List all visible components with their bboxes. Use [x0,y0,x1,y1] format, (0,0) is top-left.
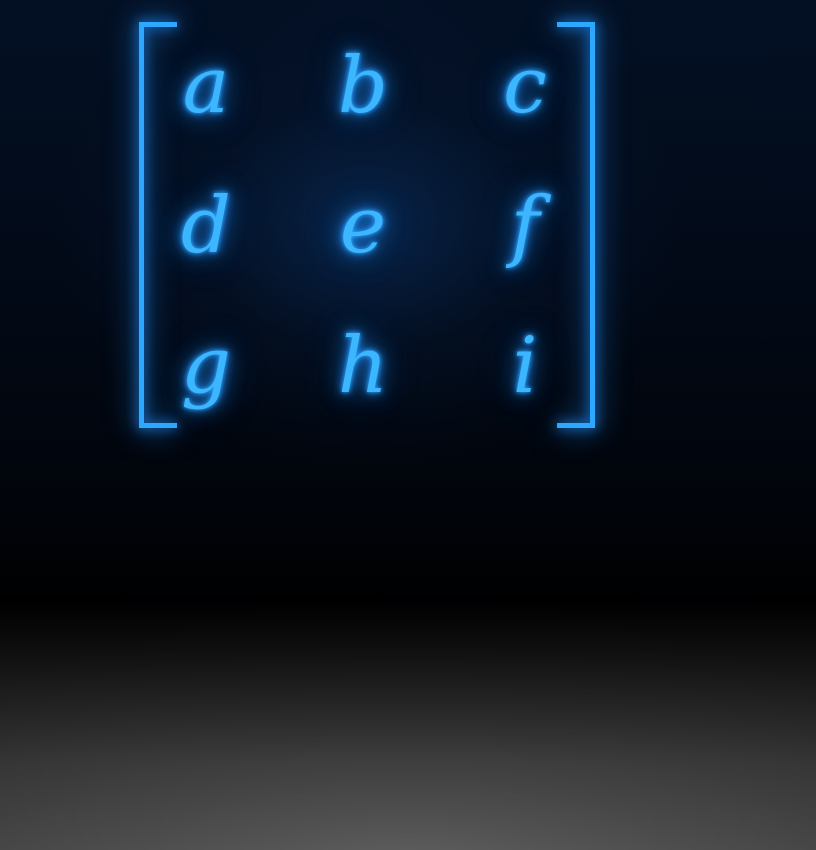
matrix-cell-f: f [510,181,540,271]
matrix-cell-i: i [512,321,538,411]
matrix-cell-a: a [182,41,230,131]
matrix-cell-e: e [339,181,387,271]
matrix-cell-d: d [181,181,231,271]
matrix-cell-g: g [181,321,231,411]
scene: a b c d e f g h i [0,0,816,850]
floor-shadow [0,600,816,850]
matrix-cell-b: b [338,41,388,131]
matrix-cell-h: h [337,321,389,411]
matrix-cell-c: c [503,41,547,131]
